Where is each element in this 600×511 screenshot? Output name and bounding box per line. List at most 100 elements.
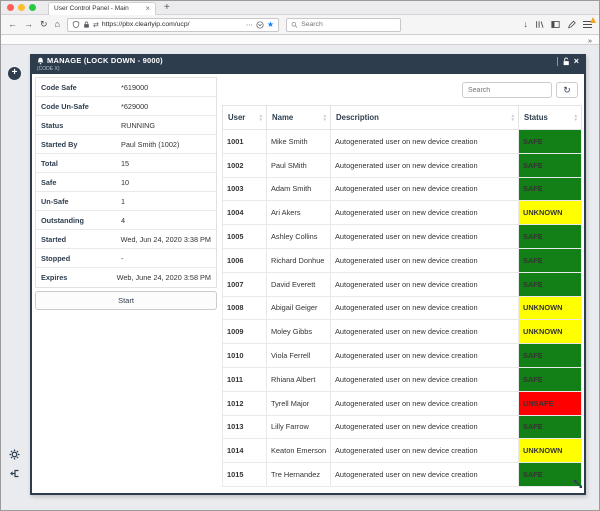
browser-search-box[interactable] <box>285 17 401 32</box>
start-button[interactable]: Start <box>35 291 217 310</box>
url-bar[interactable]: ⇄ https://pbx.clearlyip.com/ucp/ ⋯ ★ <box>66 17 279 32</box>
info-row: Total 15 <box>36 154 216 173</box>
table-search-input[interactable] <box>462 82 552 98</box>
table-row[interactable]: 1008 Abigail Geiger Autogenerated user on … <box>222 295 582 321</box>
info-row: Safe 10 <box>36 173 216 192</box>
table-row[interactable]: 1009 Moley Gibbs Autogenerated user on new… <box>222 319 582 345</box>
name-cell: Paul SMith <box>266 152 331 178</box>
pen-icon[interactable] <box>567 20 576 29</box>
description-cell: Autogenerated user on new device creatio… <box>330 438 519 464</box>
user-cell: 1009 <box>222 319 267 345</box>
bookmark-star-icon[interactable]: ★ <box>267 20 274 29</box>
description-cell: Autogenerated user on new device creatio… <box>330 271 519 297</box>
page-actions-icon[interactable]: ⋯ <box>246 21 253 29</box>
logout-icon[interactable] <box>9 466 20 484</box>
bell-icon <box>37 57 44 64</box>
sort-icon: ▲ ▼ <box>510 113 515 122</box>
unlock-icon[interactable] <box>562 57 570 66</box>
window-controls <box>7 4 36 11</box>
settings-gear-icon[interactable] <box>9 447 20 465</box>
user-cell: 1005 <box>222 224 267 249</box>
lock-icon <box>84 21 89 28</box>
refresh-button[interactable]: ↻ <box>556 82 578 98</box>
info-row: Started By Paul Smith (1002) <box>36 135 216 154</box>
table-row[interactable]: 1010 Viola Ferrell Autogenerated user on n… <box>222 343 582 368</box>
name-cell: Viola Ferrell <box>266 343 331 368</box>
table-row[interactable]: 1002 Paul SMith Autogenerated user on new … <box>222 152 582 178</box>
status-badge: SAFE <box>518 152 582 178</box>
overflow-chevrons-icon[interactable]: » <box>588 36 592 45</box>
maximize-window-button[interactable] <box>29 4 36 11</box>
home-button[interactable]: ⌂ <box>55 20 60 29</box>
tab-close-icon[interactable]: × <box>145 4 150 13</box>
refresh-icon: ↻ <box>563 84 571 95</box>
back-button[interactable]: ← <box>8 20 17 29</box>
shield-icon[interactable] <box>72 20 80 29</box>
info-label: Stopped <box>41 253 71 263</box>
column-header-name[interactable]: Name ▲ ▼ <box>266 105 331 130</box>
user-cell: 1011 <box>222 366 267 392</box>
table-row[interactable]: 1013 Lilly Farrow Autogenerated user on ne… <box>222 414 582 440</box>
browser-tab[interactable]: User Control Panel - Main × <box>48 1 156 15</box>
table-row[interactable]: 1014 Keaton Emerson Autogenerated user on … <box>222 438 582 464</box>
user-cell: 1004 <box>222 200 267 226</box>
table-row[interactable]: 1015 Tre Hernandez Autogenerated user on n… <box>222 462 582 487</box>
sort-down-arrow: ▼ <box>258 116 263 122</box>
table-row[interactable]: 1007 David Everett Autogenerated user on n… <box>222 271 582 297</box>
column-header-status[interactable]: Status ▲ ▼ <box>518 105 582 130</box>
table-row[interactable]: 1004 Ari Akers Autogenerated user on new d… <box>222 200 582 226</box>
info-label: Expires <box>41 273 68 282</box>
info-row: Code Safe *619000 <box>36 78 216 97</box>
forward-button[interactable]: → <box>24 20 33 29</box>
table-row[interactable]: 1012 Tyrell Major Autogenerated user on ne… <box>222 390 582 416</box>
status-badge: UNKNOWN <box>518 295 582 321</box>
tab-bar: User Control Panel - Main × + <box>1 1 599 15</box>
add-widget-button[interactable]: + <box>8 67 21 80</box>
column-label: Description <box>336 113 379 122</box>
table-row[interactable]: 1001 Mike Smith Autogenerated user on new … <box>222 129 582 154</box>
name-cell: Lilly Farrow <box>266 414 331 440</box>
column-header-user[interactable]: User ▲ ▼ <box>222 105 267 130</box>
sort-icon: ▲ ▼ <box>258 113 263 122</box>
description-cell: Autogenerated user on new device creatio… <box>330 176 519 202</box>
name-cell: Adam Smith <box>266 176 331 202</box>
table-row[interactable]: 1006 Richard Donhue Autogenerated user on … <box>222 247 582 273</box>
name-cell: Tyrell Major <box>266 390 331 416</box>
description-cell: Autogenerated user on new device creatio… <box>330 247 519 273</box>
description-cell: Autogenerated user on new device creatio… <box>330 366 519 392</box>
table-row[interactable]: 1011 Rhiana Albert Autogenerated user on n… <box>222 366 582 392</box>
pocket-icon[interactable] <box>256 20 264 29</box>
table-row[interactable]: 1003 Adam Smith Autogenerated user on new … <box>222 176 582 202</box>
menu-warning-badge-icon <box>590 17 596 23</box>
column-header-description[interactable]: Description ▲ ▼ <box>330 105 519 130</box>
table-row[interactable]: 1005 Ashley Collins Autogenerated user on … <box>222 224 582 249</box>
name-cell: Ari Akers <box>266 200 331 226</box>
name-cell: Rhiana Albert <box>266 366 331 392</box>
user-cell: 1015 <box>222 462 267 487</box>
close-window-button[interactable] <box>7 4 14 11</box>
browser-search-input[interactable] <box>301 21 396 28</box>
permissions-icon[interactable]: ⇄ <box>93 21 99 29</box>
status-badge: UNSAFE <box>518 390 582 416</box>
url-text[interactable]: https://pbx.clearlyip.com/ucp/ <box>102 21 243 28</box>
lockdown-info-table: Code Safe *619000 Code Un-Safe *629000 Statu… <box>35 77 217 288</box>
page-content: + MANAGE (LOCK DOWN - 9000) (CODE X) × C… <box>1 47 599 510</box>
name-cell: Ashley Collins <box>266 224 331 249</box>
new-tab-button[interactable]: + <box>164 2 170 13</box>
downloads-icon[interactable]: ↓ <box>524 20 529 29</box>
library-icon[interactable] <box>535 20 544 29</box>
sidebar-toggle-icon[interactable] <box>551 20 560 29</box>
status-badge: SAFE <box>518 176 582 202</box>
minimize-window-button[interactable] <box>18 4 25 11</box>
menu-icon[interactable] <box>583 17 596 29</box>
name-cell: Moley Gibbs <box>266 319 331 345</box>
resize-handle-icon[interactable] <box>572 477 584 495</box>
column-label: Name <box>272 113 294 122</box>
user-cell: 1012 <box>222 390 267 416</box>
panel-body: Code Safe *619000 Code Un-Safe *629000 Statu… <box>32 74 584 493</box>
status-badge: SAFE <box>518 343 582 368</box>
info-row: Started Wed, Jun 24, 2020 3:38 PM <box>36 230 216 249</box>
user-cell: 1010 <box>222 343 267 368</box>
panel-close-icon[interactable]: × <box>574 57 579 66</box>
reload-button[interactable]: ↻ <box>40 20 48 29</box>
